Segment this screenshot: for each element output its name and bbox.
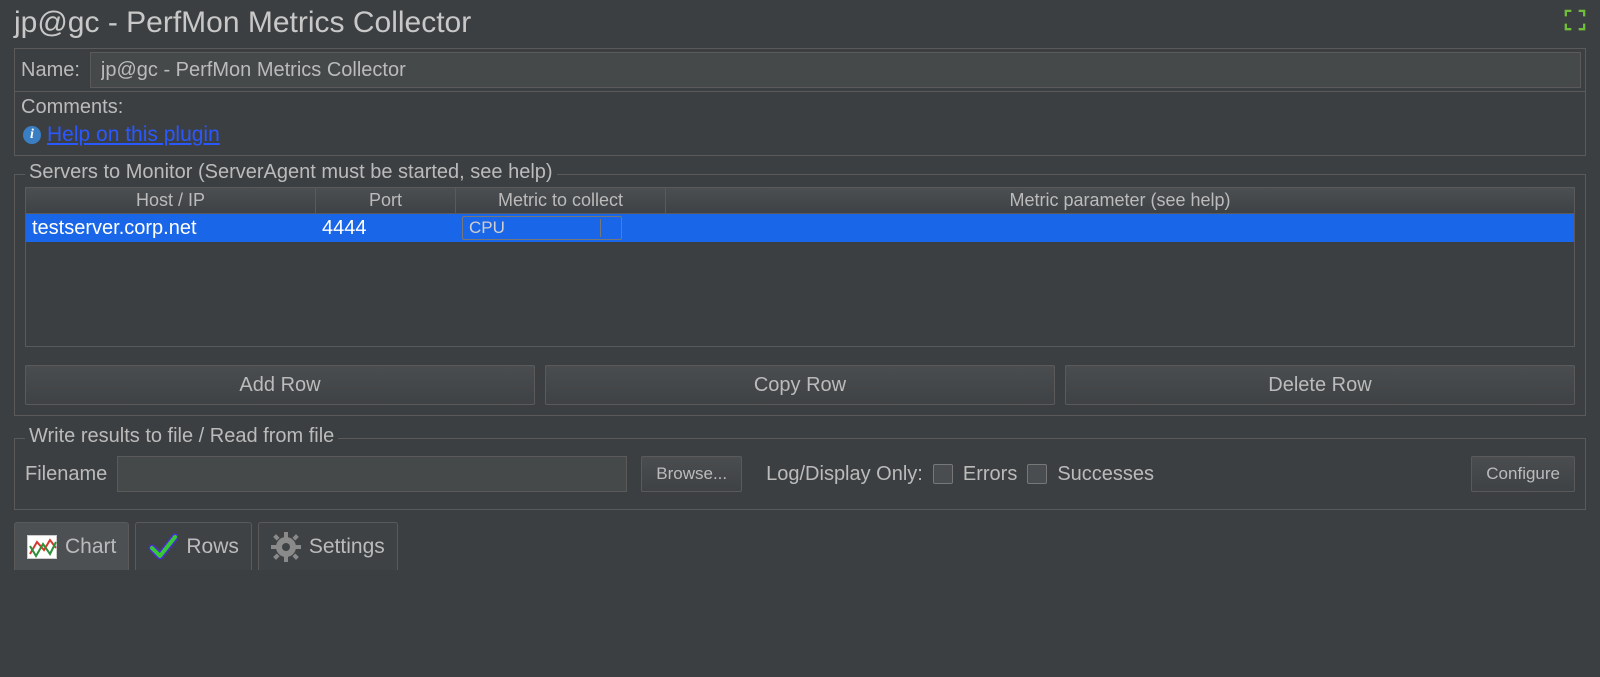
- name-input[interactable]: [90, 52, 1581, 88]
- file-group: Write results to file / Read from file F…: [14, 438, 1586, 510]
- cell-port[interactable]: 4444: [316, 217, 456, 240]
- copy-row-button[interactable]: Copy Row: [545, 365, 1055, 405]
- col-metric-header[interactable]: Metric to collect: [456, 188, 666, 213]
- metric-value: CPU: [469, 218, 505, 238]
- help-link[interactable]: Help on this plugin: [47, 123, 220, 147]
- metric-select[interactable]: CPU: [462, 216, 622, 240]
- page-title: jp@gc - PerfMon Metrics Collector: [14, 6, 471, 40]
- tab-settings[interactable]: Settings: [258, 522, 398, 570]
- successes-label: Successes: [1057, 463, 1154, 486]
- servers-group-legend: Servers to Monitor (ServerAgent must be …: [25, 161, 557, 184]
- delete-row-button[interactable]: Delete Row: [1065, 365, 1575, 405]
- filename-label: Filename: [25, 463, 107, 486]
- title-bar: jp@gc - PerfMon Metrics Collector: [0, 0, 1600, 48]
- add-row-button[interactable]: Add Row: [25, 365, 535, 405]
- name-label: Name:: [15, 53, 90, 88]
- tab-rows[interactable]: Rows: [135, 522, 252, 570]
- tabbar: Chart Rows: [14, 522, 1600, 570]
- comments-label: Comments:: [21, 90, 133, 124]
- file-group-legend: Write results to file / Read from file: [25, 425, 338, 448]
- table-row[interactable]: testserver.corp.net 4444 CPU: [26, 214, 1574, 242]
- cell-host[interactable]: testserver.corp.net: [26, 217, 316, 240]
- col-param-header[interactable]: Metric parameter (see help): [666, 188, 1574, 213]
- check-icon: [148, 532, 178, 562]
- tab-chart-label: Chart: [65, 535, 116, 559]
- info-icon: i: [23, 126, 41, 144]
- comments-block: Comments: i Help on this plugin: [14, 92, 1586, 156]
- configure-button[interactable]: Configure: [1471, 456, 1575, 492]
- table-header: Host / IP Port Metric to collect Metric …: [26, 188, 1574, 214]
- cell-metric[interactable]: CPU: [456, 216, 666, 240]
- servers-table: Host / IP Port Metric to collect Metric …: [25, 187, 1575, 347]
- gear-icon: [271, 532, 301, 562]
- errors-label: Errors: [963, 463, 1017, 486]
- expand-icon[interactable]: [1564, 9, 1586, 37]
- successes-checkbox[interactable]: [1027, 464, 1047, 484]
- tab-settings-label: Settings: [309, 535, 385, 559]
- errors-checkbox[interactable]: [933, 464, 953, 484]
- tab-rows-label: Rows: [186, 535, 239, 559]
- name-row: Name:: [14, 48, 1586, 92]
- log-display-label: Log/Display Only:: [766, 463, 923, 486]
- col-host-header[interactable]: Host / IP: [26, 188, 316, 213]
- chart-icon: [27, 532, 57, 562]
- tab-chart[interactable]: Chart: [14, 522, 129, 570]
- browse-button[interactable]: Browse...: [641, 456, 742, 492]
- col-port-header[interactable]: Port: [316, 188, 456, 213]
- filename-input[interactable]: [117, 456, 627, 492]
- servers-group: Servers to Monitor (ServerAgent must be …: [14, 174, 1586, 416]
